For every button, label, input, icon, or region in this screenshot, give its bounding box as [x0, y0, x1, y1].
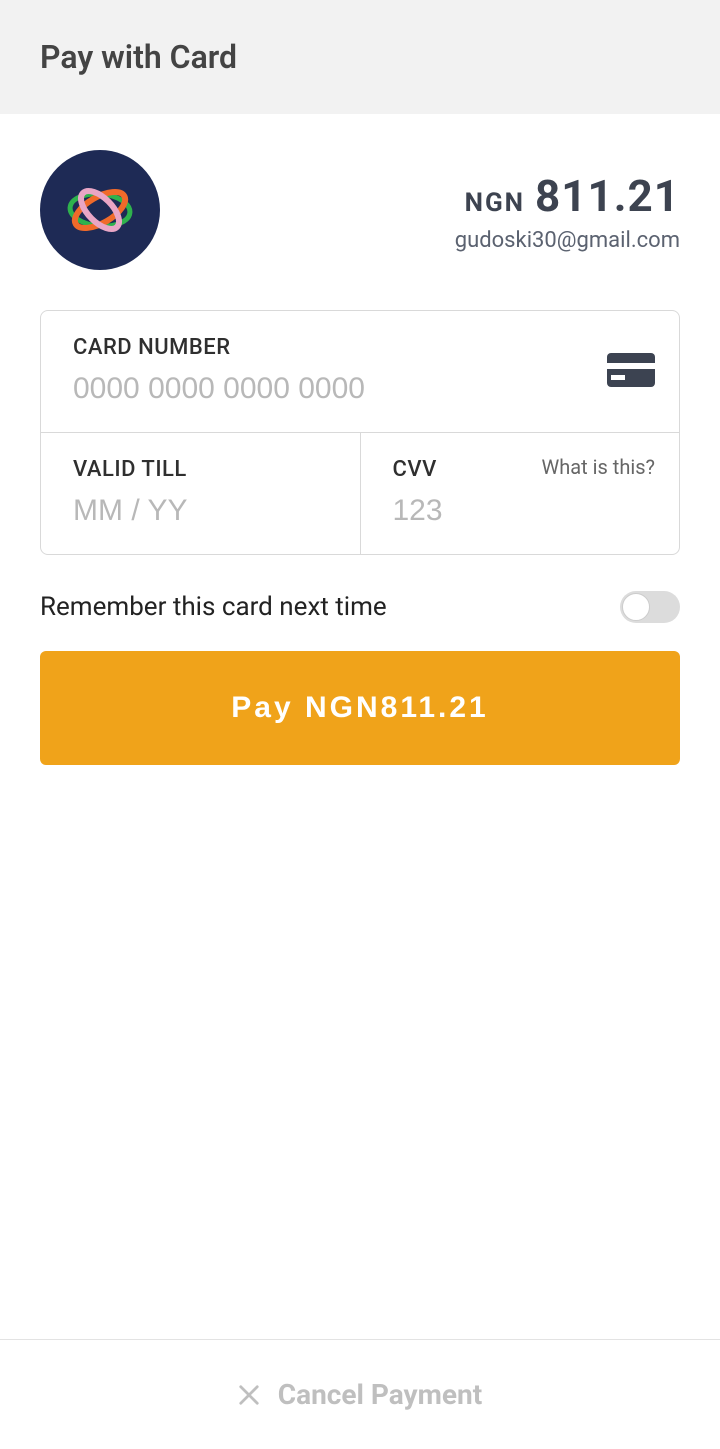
card-form: CARD NUMBER VALID TILL	[40, 310, 680, 555]
content: NGN 811.21 gudoski30@gmail.com CARD NUMB…	[0, 114, 720, 1339]
amount-value: 811.21	[535, 170, 680, 222]
cvv-field[interactable]	[393, 494, 648, 528]
cvv-field-container: CVV What is this?	[360, 433, 680, 554]
remember-row: Remember this card next time	[40, 591, 680, 623]
footer: Cancel Payment	[0, 1339, 720, 1449]
valid-till-label: VALID TILL	[73, 457, 328, 482]
header: Pay with Card	[0, 0, 720, 114]
card-icon	[607, 353, 655, 391]
pay-button[interactable]: Pay NGN811.21	[40, 651, 680, 765]
card-number-field[interactable]	[73, 372, 532, 406]
close-icon	[238, 1384, 260, 1406]
remember-label: Remember this card next time	[40, 592, 387, 622]
amount-block: NGN 811.21 gudoski30@gmail.com	[455, 170, 680, 253]
valid-till-field-container: VALID TILL	[41, 433, 360, 554]
page-title: Pay with Card	[40, 38, 680, 76]
toggle-knob	[622, 593, 650, 621]
customer-email: gudoski30@gmail.com	[455, 228, 680, 253]
card-number-field-container: CARD NUMBER	[41, 311, 679, 432]
logo-icon	[65, 181, 135, 239]
cvv-hint-link[interactable]: What is this?	[542, 455, 656, 479]
currency-label: NGN	[465, 188, 525, 218]
summary-row: NGN 811.21 gudoski30@gmail.com	[40, 150, 680, 270]
card-number-label: CARD NUMBER	[73, 335, 647, 360]
remember-toggle[interactable]	[620, 591, 680, 623]
valid-till-field[interactable]	[73, 494, 328, 528]
merchant-logo	[40, 150, 160, 270]
cancel-payment-button[interactable]: Cancel Payment	[278, 1378, 482, 1411]
